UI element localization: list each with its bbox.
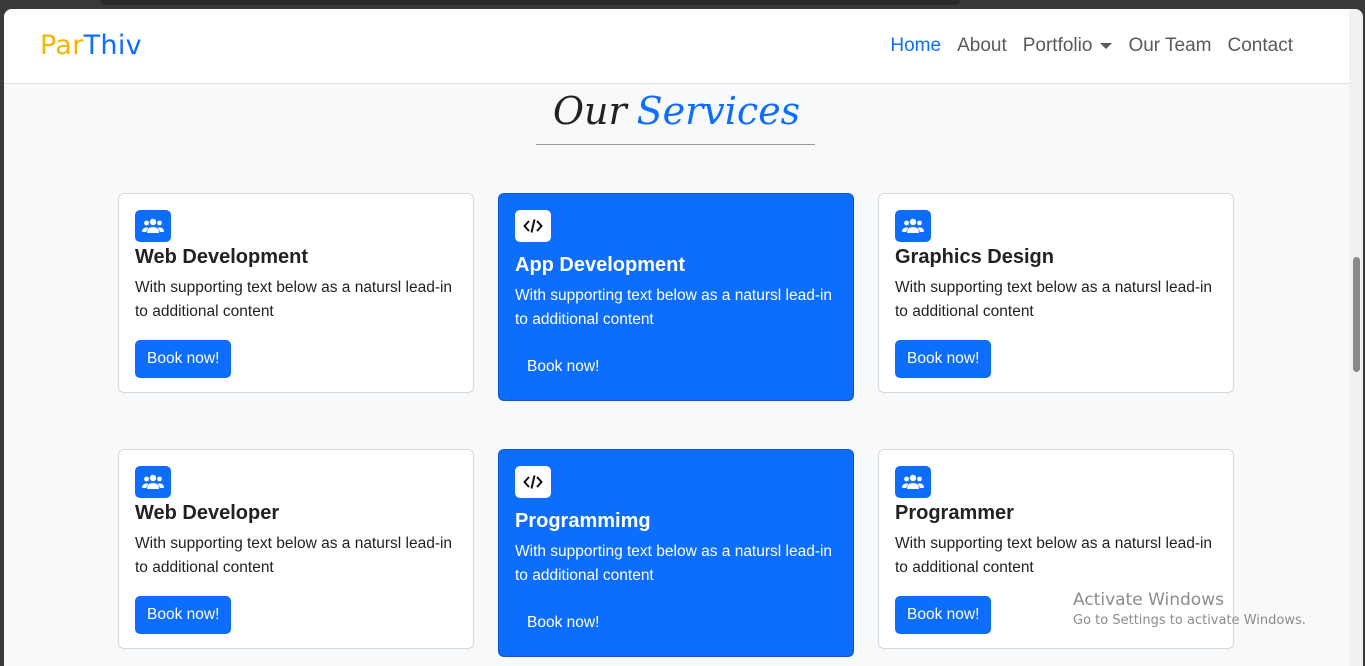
card-title: Web Development [135,246,308,268]
book-now-button[interactable]: Book now! [515,348,612,386]
card-text: With supporting text below as a natursl … [135,535,453,576]
card-title: Programmimg [515,510,651,532]
users-icon [135,210,171,242]
nav-about[interactable]: About [957,35,1007,57]
card-text: With supporting text below as a natursl … [515,543,833,584]
brand-logo[interactable]: ParThiv [40,30,142,61]
book-now-button[interactable]: Book now! [515,604,612,642]
users-icon [135,466,171,498]
card-text: With supporting text below as a natursl … [895,279,1213,320]
section-title: Our Services [4,89,1349,133]
scrollbar-thumb[interactable] [1353,257,1360,372]
service-card-app-development: App Development With supporting text bel… [498,193,854,401]
code-icon [515,466,551,498]
nav-portfolio-dropdown[interactable]: Portfolio [1023,35,1113,57]
brand-part1: Par [40,30,84,61]
nav-portfolio-label: Portfolio [1022,35,1093,56]
users-icon [895,466,931,498]
browser-window: ParThiv Home About Portfolio Our Team Co… [4,9,1363,666]
service-card-web-development: Web Development With supporting text bel… [118,193,474,393]
card-title: Graphics Design [895,246,1054,268]
browser-top-strip [0,0,1365,9]
card-title: Programmer [895,502,1014,524]
service-card-web-developer: Web Developer With supporting text below… [118,449,474,649]
browser-tab-bar [100,0,960,5]
watermark-line2: Go to Settings to activate Windows. [1073,613,1306,628]
nav-our-team[interactable]: Our Team [1128,35,1211,57]
nav-links: Home About Portfolio Our Team Contact [890,35,1293,57]
section-title-plain: Our [552,89,627,133]
book-now-button[interactable]: Book now! [135,596,232,634]
watermark-line1: Activate Windows [1073,590,1224,610]
section-title-accent: Services [636,89,801,133]
nav-home[interactable]: Home [890,35,941,57]
code-icon [515,210,551,242]
card-text: With supporting text below as a natursl … [515,287,833,328]
card-text: With supporting text below as a natursl … [135,279,453,320]
windows-activation-watermark: Activate Windows Go to Settings to activ… [1073,590,1306,628]
book-now-button[interactable]: Book now! [895,340,992,378]
caret-down-icon [1100,43,1113,49]
users-icon [895,210,931,242]
brand-part2: Thiv [83,30,142,61]
book-now-button[interactable]: Book now! [135,340,232,378]
book-now-button[interactable]: Book now! [895,596,992,634]
page-scrollbar[interactable] [1349,9,1363,666]
card-text: With supporting text below as a natursl … [895,535,1213,576]
navbar: ParThiv Home About Portfolio Our Team Co… [4,9,1349,84]
title-underline [536,144,815,145]
service-card-graphics-design: Graphics Design With supporting text bel… [878,193,1234,393]
card-title: App Development [515,254,686,276]
service-card-programmimg: Programmimg With supporting text below a… [498,449,854,657]
card-title: Web Developer [135,502,280,524]
nav-contact[interactable]: Contact [1228,35,1293,57]
